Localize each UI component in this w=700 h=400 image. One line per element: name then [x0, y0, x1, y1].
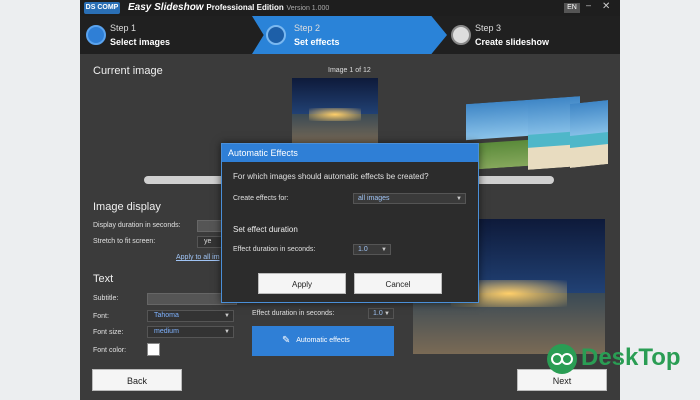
- font-select[interactable]: Tahoma ▼: [147, 310, 234, 322]
- stretch-label: Stretch to fit screen:: [93, 238, 156, 245]
- thumbnail-3[interactable]: [570, 100, 608, 168]
- app-edition: Professional Edition: [206, 3, 284, 12]
- dialog-title: Automatic Effects: [222, 144, 478, 162]
- display-duration-label: Display duration in seconds:: [93, 222, 181, 229]
- current-image-preview[interactable]: [292, 78, 378, 144]
- subtitle-label: Subtitle:: [93, 295, 119, 302]
- app-name: Easy Slideshow: [128, 2, 204, 13]
- chevron-down-icon: ▼: [384, 311, 390, 317]
- magic-wand-icon: ✎: [282, 335, 291, 346]
- step-3[interactable]: Step 3 Create slideshow: [445, 16, 620, 54]
- effect-duration-value: 1.0: [373, 310, 383, 317]
- step-1-indicator-icon: [86, 25, 106, 45]
- cancel-button[interactable]: Cancel: [354, 273, 442, 294]
- effect-duration-select[interactable]: 1.0 ▼: [368, 308, 394, 319]
- create-effects-select[interactable]: all images ▼: [353, 193, 466, 204]
- effect-duration-label: Effect duration in seconds:: [252, 310, 335, 317]
- step-1-number: Step 1: [110, 23, 137, 33]
- app-window: DS COMP Easy Slideshow Professional Edit…: [80, 0, 620, 400]
- image-counter: Image 1 of 12: [328, 67, 371, 74]
- chevron-down-icon: ▼: [224, 313, 230, 319]
- dialog-section-heading: Set effect duration: [233, 225, 298, 234]
- font-size-label: Font size:: [93, 329, 124, 336]
- app-version: Version 1.000: [286, 5, 330, 12]
- title-bar: DS COMP Easy Slideshow Professional Edit…: [80, 0, 620, 16]
- font-value: Tahoma: [154, 312, 179, 319]
- step-1-label: Select images: [110, 37, 171, 47]
- dialog-duration-value: 1.0: [358, 246, 368, 253]
- chevron-down-icon: ▼: [381, 247, 387, 253]
- step-2-label: Set effects: [294, 37, 340, 47]
- step-1[interactable]: Step 1 Select images: [80, 16, 255, 54]
- automatic-effects-label: Automatic effects: [296, 337, 350, 344]
- minimize-icon[interactable]: –: [586, 0, 591, 10]
- step-2-number: Step 2: [294, 23, 321, 33]
- chevron-down-icon: ▼: [456, 196, 462, 202]
- chevron-down-icon: ▼: [224, 329, 230, 335]
- automatic-effects-dialog: Automatic Effects For which images shoul…: [221, 143, 479, 303]
- current-image-heading: Current image: [93, 65, 163, 77]
- font-color-swatch[interactable]: [147, 343, 160, 356]
- close-icon[interactable]: ✕: [602, 1, 610, 12]
- apply-button[interactable]: Apply: [258, 273, 346, 294]
- app-logo: DS COMP: [84, 2, 120, 14]
- create-effects-label: Create effects for:: [233, 195, 289, 202]
- desktop-watermark: DeskTop: [541, 338, 700, 380]
- wizard-steps: Step 1 Select images Step 2 Set effects …: [80, 16, 620, 54]
- step-2[interactable]: Step 2 Set effects: [252, 16, 447, 54]
- back-button[interactable]: Back: [92, 369, 182, 391]
- language-button[interactable]: EN: [564, 3, 580, 13]
- step-3-indicator-icon: [451, 25, 471, 45]
- font-size-select[interactable]: medium ▼: [147, 326, 234, 338]
- automatic-effects-button[interactable]: ✎ Automatic effects: [252, 326, 394, 356]
- step-2-indicator-icon: [266, 25, 286, 45]
- watermark-text: DeskTop: [581, 344, 681, 371]
- dialog-duration-label: Effect duration in seconds:: [233, 246, 316, 253]
- step-3-number: Step 3: [475, 23, 502, 33]
- create-effects-value: all images: [358, 195, 390, 202]
- image-display-heading: Image display: [93, 201, 161, 213]
- font-size-value: medium: [154, 328, 179, 335]
- dialog-question: For which images should automatic effect…: [233, 172, 429, 181]
- font-label: Font:: [93, 313, 109, 320]
- app-title: Easy Slideshow Professional Edition Vers…: [128, 2, 329, 13]
- apply-to-all-link[interactable]: Apply to all im: [176, 254, 220, 261]
- text-heading: Text: [93, 273, 114, 285]
- font-color-label: Font color:: [93, 347, 127, 354]
- watermark-logo-icon: [547, 344, 577, 374]
- step-3-label: Create slideshow: [475, 37, 550, 47]
- dialog-duration-select[interactable]: 1.0 ▼: [353, 244, 391, 255]
